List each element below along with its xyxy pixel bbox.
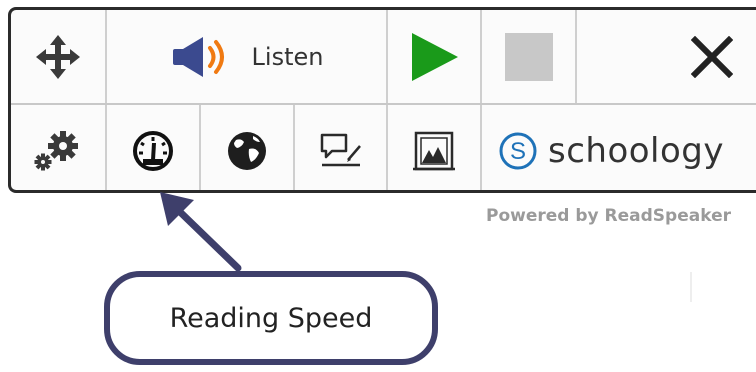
play-button[interactable] — [388, 10, 480, 103]
speaker-icon — [172, 36, 224, 77]
text-note-button[interactable] — [295, 105, 386, 190]
schoology-link[interactable]: S schoology — [482, 105, 756, 190]
move-handle[interactable] — [11, 10, 105, 103]
listen-button[interactable]: Listen — [107, 10, 386, 103]
reading-speed-callout: Reading Speed — [104, 271, 438, 365]
schoology-wordmark: schoology — [548, 130, 725, 171]
svg-text:S: S — [510, 138, 526, 165]
globe-icon — [228, 131, 266, 170]
picture-frame-icon — [413, 131, 455, 170]
stop-icon — [504, 32, 553, 81]
play-icon — [412, 32, 458, 81]
readspeaker-toolbar: Listen S schoology — [8, 7, 756, 193]
settings-gears-icon — [34, 130, 78, 170]
reading-speed-button[interactable] — [107, 105, 199, 190]
stop-button[interactable] — [482, 10, 575, 103]
close-icon — [691, 35, 733, 78]
text-note-icon — [320, 133, 361, 166]
move-arrows-icon — [36, 34, 80, 79]
callout-arrow — [160, 192, 242, 272]
callout-label: Reading Speed — [169, 302, 373, 334]
powered-by-label: Powered by ReadSpeaker — [486, 206, 731, 226]
picture-button[interactable] — [388, 105, 480, 190]
translate-button[interactable] — [201, 105, 293, 190]
listen-label: Listen — [251, 42, 324, 71]
settings-button[interactable] — [11, 105, 105, 190]
divider — [690, 272, 692, 302]
speedometer-icon — [133, 130, 173, 171]
schoology-s-icon: S — [499, 132, 537, 169]
close-button[interactable] — [611, 10, 756, 103]
divider — [575, 10, 577, 103]
